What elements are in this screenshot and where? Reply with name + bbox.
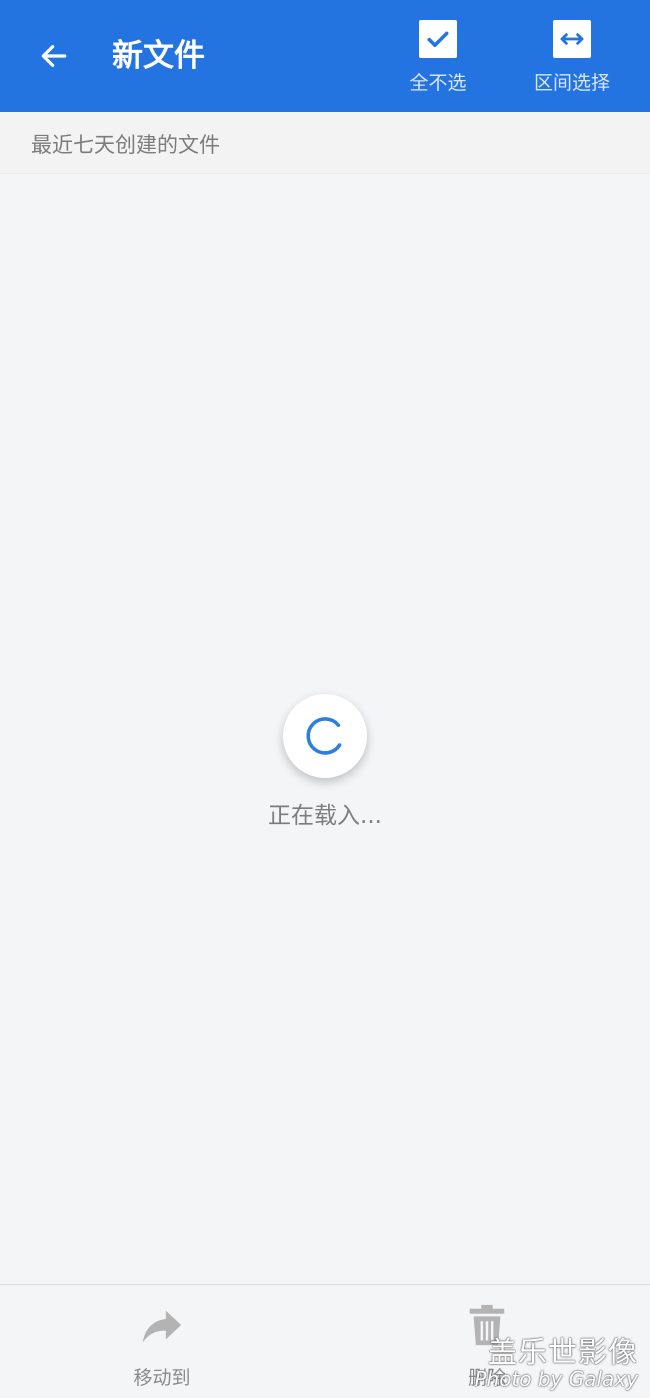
watermark-brand: 盖乐世影像 <box>487 1335 638 1369</box>
app-bar: 新文件 全不选 区间选择 <box>0 0 650 112</box>
loading-spinner <box>283 694 367 778</box>
back-button[interactable] <box>22 30 86 82</box>
range-select-label: 区间选择 <box>533 72 610 94</box>
select-none-label: 全不选 <box>409 72 467 94</box>
page-title: 新文件 <box>112 38 205 74</box>
range-arrows-icon <box>553 20 591 58</box>
section-header: 最近七天创建的文件 <box>0 112 650 174</box>
range-select-button[interactable]: 区间选择 <box>522 20 622 102</box>
move-to-button[interactable]: 移动到 <box>102 1303 222 1390</box>
share-forward-icon <box>142 1310 182 1343</box>
new-files-screen: 新文件 全不选 区间选择 最近七天创建的文件 正在载入... 移动到 删除 盖乐… <box>0 0 650 1398</box>
arrow-left-icon <box>41 45 67 67</box>
camera-watermark: 盖乐世影像 Photo by Galaxy <box>474 1336 638 1390</box>
loading-text: 正在载入... <box>268 803 382 829</box>
select-none-button[interactable]: 全不选 <box>398 20 478 102</box>
move-to-label: 移动到 <box>133 1367 191 1389</box>
section-header-text: 最近七天创建的文件 <box>31 133 220 157</box>
watermark-caption: Photo by Galaxy <box>474 1367 638 1391</box>
checkbox-checked-icon <box>419 20 457 58</box>
spinner-icon <box>306 717 342 755</box>
